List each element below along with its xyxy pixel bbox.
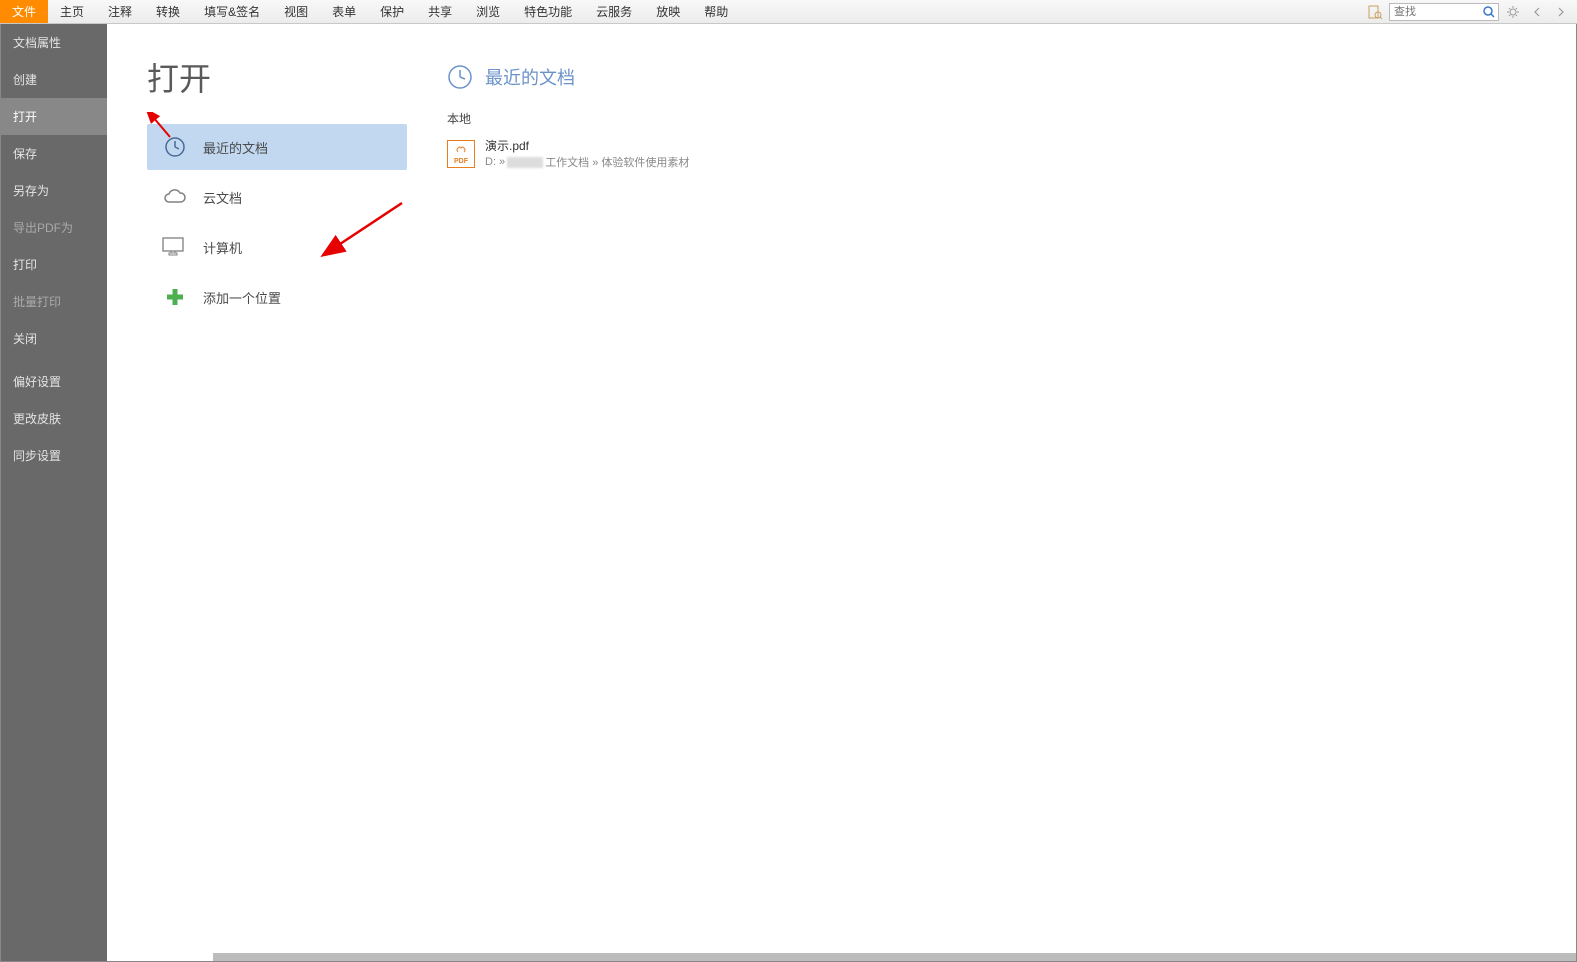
menu-tab-2[interactable]: 注释 [96,0,144,23]
sidebar-item-10[interactable]: 更改皮肤 [1,400,107,437]
search-input[interactable] [1389,3,1499,21]
local-section-label: 本地 [447,110,1556,127]
clock-icon [161,136,189,158]
recent-title: 最近的文档 [485,64,575,90]
location-computer[interactable]: 计算机 [147,224,407,270]
obscured-segment [507,157,543,168]
sidebar-item-6[interactable]: 打印 [1,246,107,283]
file-list: PDF 演示.pdfD: » 工作文档 » 体验软件使用素材 [447,133,1556,174]
sidebar-item-7: 批量打印 [1,283,107,320]
nav-next-icon[interactable] [1551,2,1571,22]
menu-tab-12[interactable]: 放映 [644,0,692,23]
file-path: D: » 工作文档 » 体验软件使用素材 [485,154,689,170]
sidebar-item-1[interactable]: 创建 [1,61,107,98]
pdf-file-icon: PDF [447,140,475,168]
menu-tab-13[interactable]: 帮助 [692,0,740,23]
menu-tab-5[interactable]: 视图 [272,0,320,23]
location-cloud[interactable]: 云文档 [147,174,407,220]
file-sidebar: 文档属性创建打开保存另存为导出PDF为打印批量打印关闭偏好设置更改皮肤同步设置 [1,24,107,961]
nav-prev-icon[interactable] [1527,2,1547,22]
open-column: 打开 最近的文档云文档计算机添加一个位置 [107,24,407,961]
content-area: 打开 最近的文档云文档计算机添加一个位置 最近的文档 本地 PDF 演示.pdfD… [107,24,1576,961]
sidebar-item-8[interactable]: 关闭 [1,320,107,357]
sidebar-item-3[interactable]: 保存 [1,135,107,172]
location-label: 计算机 [203,238,242,257]
menu-tab-6[interactable]: 表单 [320,0,368,23]
menu-tab-7[interactable]: 保护 [368,0,416,23]
page-title: 打开 [147,54,407,100]
plus-icon [161,286,189,308]
menu-tab-10[interactable]: 特色功能 [512,0,584,23]
menubar: 文件主页注释转换填写&签名视图表单保护共享浏览特色功能云服务放映帮助 [0,0,1577,24]
file-name: 演示.pdf [485,137,689,154]
sidebar-item-11[interactable]: 同步设置 [1,437,107,474]
file-info: 演示.pdfD: » 工作文档 » 体验软件使用素材 [485,137,689,170]
sidebar-item-2[interactable]: 打开 [1,98,107,135]
bottom-scrollbar[interactable] [213,953,1576,961]
workspace: 文档属性创建打开保存另存为导出PDF为打印批量打印关闭偏好设置更改皮肤同步设置 … [0,24,1577,962]
clock-icon [447,64,473,90]
sidebar-item-0[interactable]: 文档属性 [1,24,107,61]
sidebar-item-4[interactable]: 另存为 [1,172,107,209]
menu-tab-0[interactable]: 文件 [0,0,48,23]
menubar-spacer [740,0,1365,23]
location-clock[interactable]: 最近的文档 [147,124,407,170]
sidebar-item-5: 导出PDF为 [1,209,107,246]
settings-icon[interactable] [1503,2,1523,22]
menu-tab-3[interactable]: 转换 [144,0,192,23]
recent-header: 最近的文档 [447,64,1556,90]
file-row[interactable]: PDF 演示.pdfD: » 工作文档 » 体验软件使用素材 [447,133,1556,174]
location-list: 最近的文档云文档计算机添加一个位置 [147,124,407,320]
find-page-icon[interactable] [1365,2,1385,22]
search-wrap [1389,3,1499,21]
menu-tab-8[interactable]: 共享 [416,0,464,23]
computer-icon [161,236,189,258]
location-label: 云文档 [203,188,242,207]
location-label: 最近的文档 [203,138,268,157]
menu-tab-9[interactable]: 浏览 [464,0,512,23]
sidebar-item-9[interactable]: 偏好设置 [1,363,107,400]
location-label: 添加一个位置 [203,288,281,307]
recent-column: 最近的文档 本地 PDF 演示.pdfD: » 工作文档 » 体验软件使用素材 [407,24,1576,961]
menu-tab-11[interactable]: 云服务 [584,0,644,23]
menu-tab-1[interactable]: 主页 [48,0,96,23]
cloud-icon [161,186,189,208]
location-plus[interactable]: 添加一个位置 [147,274,407,320]
menu-tab-4[interactable]: 填写&签名 [192,0,272,23]
